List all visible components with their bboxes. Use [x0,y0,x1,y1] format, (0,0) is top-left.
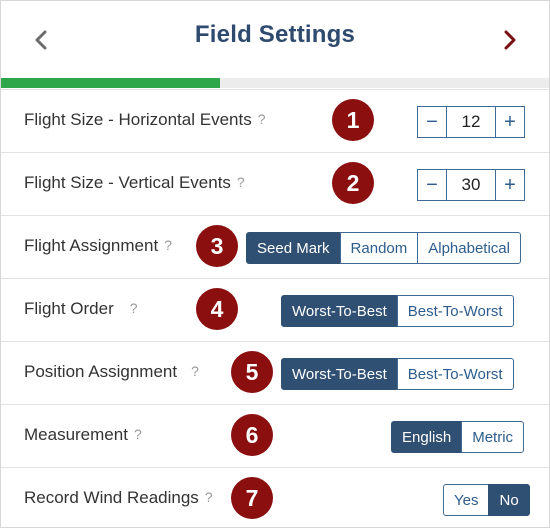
help-icon[interactable]: ? [205,489,213,505]
setting-label: Position Assignment? [24,362,199,382]
option-yes[interactable]: Yes [443,484,490,516]
step-badge: 6 [231,414,273,456]
step-badge: 4 [196,288,238,330]
option-worst-to-best[interactable]: Worst-To-Best [281,358,398,390]
option-best-to-worst[interactable]: Best-To-Worst [396,295,514,327]
step-badge: 5 [231,351,273,393]
setting-label: Record Wind Readings? [24,488,213,508]
setting-row-position-assignment: Position Assignment? 5 Worst-To-Best Bes… [1,341,549,404]
setting-label: Flight Assignment? [24,236,172,256]
option-metric[interactable]: Metric [461,421,525,453]
page-title: Field Settings [194,21,356,48]
setting-row-horizontal-flight-size: Flight Size - Horizontal Events? 1 − 12 … [1,89,549,152]
horizontal-flight-size-stepper: − 12 + [417,106,525,138]
setting-label: Measurement? [24,425,142,445]
help-icon[interactable]: ? [258,111,266,127]
setting-label-text: Flight Size - Horizontal Events [24,110,252,129]
vertical-flight-size-input[interactable]: 30 [447,169,495,201]
option-no[interactable]: No [488,484,530,516]
setting-row-record-wind-readings: Record Wind Readings? 7 Yes No [1,467,549,530]
step-badge: 7 [231,477,273,519]
option-worst-to-best[interactable]: Worst-To-Best [281,295,398,327]
setting-label-text: Flight Size - Vertical Events [24,173,231,192]
increment-button[interactable]: + [495,169,525,201]
progress-bar [1,78,549,88]
next-button[interactable] [492,23,528,57]
position-assignment-toggle: Worst-To-Best Best-To-Worst [281,358,514,390]
setting-label: Flight Size - Vertical Events? [24,173,245,193]
option-seed-mark[interactable]: Seed Mark [246,232,341,264]
progress-bar-fill [1,78,221,88]
setting-label-text: Flight Assignment [24,236,159,255]
increment-button[interactable]: + [495,106,525,138]
help-icon[interactable]: ? [237,174,245,190]
vertical-flight-size-stepper: − 30 + [417,169,525,201]
setting-label-text: Flight Order [24,299,114,318]
setting-label-text: Record Wind Readings [24,488,199,507]
option-random[interactable]: Random [339,232,419,264]
decrement-button[interactable]: − [417,169,447,201]
flight-order-toggle: Worst-To-Best Best-To-Worst [281,295,514,327]
field-settings-panel: Field Settings Flight Size - Horizontal … [0,0,550,528]
help-icon[interactable]: ? [134,426,142,442]
measurement-toggle: English Metric [391,421,525,453]
step-badge: 2 [332,162,374,204]
header: Field Settings [1,1,549,77]
setting-row-flight-assignment: Flight Assignment? 3 Seed Mark Random Al… [1,215,549,278]
setting-label-text: Position Assignment [24,362,178,381]
option-best-to-worst[interactable]: Best-To-Worst [396,358,514,390]
setting-label: Flight Size - Horizontal Events? [24,110,266,130]
setting-label-text: Measurement [24,425,128,444]
setting-row-vertical-flight-size: Flight Size - Vertical Events? 2 − 30 + [1,152,549,215]
record-wind-readings-toggle: Yes No [443,484,530,516]
setting-row-measurement: Measurement? 6 English Metric [1,404,549,467]
decrement-button[interactable]: − [417,106,447,138]
chevron-right-icon [504,30,516,50]
help-icon[interactable]: ? [164,237,172,253]
flight-assignment-toggle: Seed Mark Random Alphabetical [246,232,521,264]
horizontal-flight-size-input[interactable]: 12 [447,106,495,138]
step-badge: 3 [196,225,238,267]
step-badge: 1 [332,99,374,141]
help-icon[interactable]: ? [191,363,199,379]
help-icon[interactable]: ? [130,300,138,316]
setting-row-flight-order: Flight Order? 4 Worst-To-Best Best-To-Wo… [1,278,549,341]
option-alphabetical[interactable]: Alphabetical [417,232,521,264]
setting-label: Flight Order? [24,299,138,319]
option-english[interactable]: English [391,421,463,453]
